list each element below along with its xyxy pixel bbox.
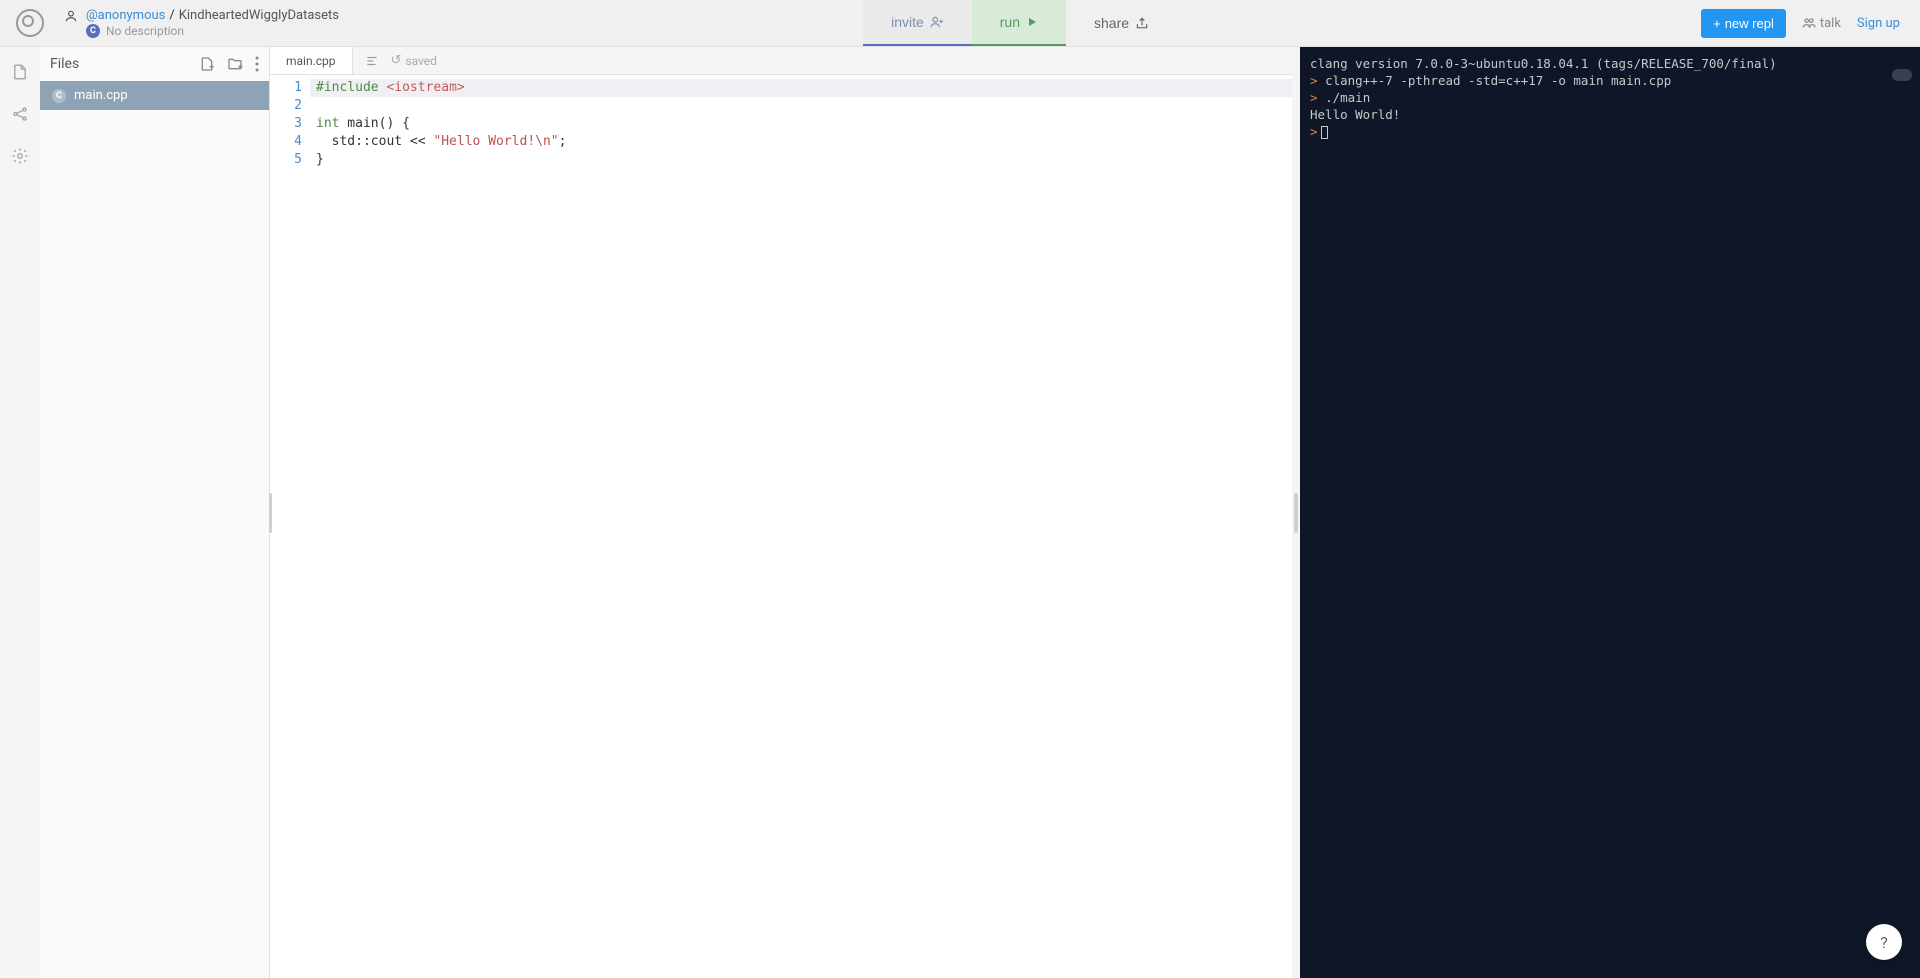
repl-name[interactable]: KindheartedWigglyDatasets: [179, 8, 339, 23]
person-plus-icon: [930, 15, 944, 29]
share-button[interactable]: share: [1066, 0, 1177, 46]
new-repl-button[interactable]: + new repl: [1701, 9, 1786, 38]
term-line: > clang++-7 -pthread -std=c++17 -o main …: [1310, 72, 1910, 89]
tab-label: main.cpp: [286, 54, 336, 68]
term-prompt[interactable]: >: [1310, 123, 1910, 140]
avatar-icon: [64, 9, 78, 23]
file-item-label: main.cpp: [74, 88, 128, 103]
editor-panel: main.cpp ↺ saved 1 2 3 4 5 #inclu: [270, 47, 1292, 978]
file-panel: Files C main.cpp: [40, 47, 270, 978]
invite-button[interactable]: invite: [863, 0, 972, 46]
header: @anonymous/KindheartedWigglyDatasets C N…: [0, 0, 1920, 47]
share-icon: [1135, 16, 1149, 30]
header-right: + new repl talk Sign up: [1701, 9, 1920, 38]
settings-tab-icon[interactable]: [11, 147, 29, 165]
file-panel-resize-handle[interactable]: [269, 493, 272, 533]
new-file-icon[interactable]: [199, 56, 215, 72]
cpp-lang-icon: C: [86, 24, 100, 38]
play-icon: [1026, 16, 1038, 28]
tab-main-cpp[interactable]: main.cpp: [270, 47, 353, 74]
repl-path: @anonymous/KindheartedWigglyDatasets C N…: [64, 8, 339, 38]
terminal[interactable]: clang version 7.0.0-3~ubuntu0.18.04.1 (t…: [1300, 47, 1920, 978]
editor-terminal-splitter[interactable]: [1292, 47, 1300, 978]
talk-link[interactable]: talk: [1802, 16, 1841, 31]
code-line-3[interactable]: int main() {: [310, 115, 1292, 133]
left-rail: [0, 47, 40, 978]
header-center-buttons: invite run share: [863, 0, 1177, 46]
term-line: Hello World!: [1310, 106, 1910, 123]
run-button[interactable]: run: [972, 0, 1066, 46]
replit-logo[interactable]: [16, 9, 44, 37]
line-gutter: 1 2 3 4 5: [270, 75, 310, 978]
help-button[interactable]: ?: [1866, 924, 1902, 960]
code-line-2[interactable]: [310, 97, 1292, 115]
code-line-1[interactable]: #include <iostream>: [310, 79, 1292, 97]
files-tab-icon[interactable]: [11, 63, 29, 81]
plus-icon: +: [1713, 16, 1721, 31]
term-line: clang version 7.0.0-3~ubuntu0.18.04.1 (t…: [1310, 55, 1910, 72]
repl-description: No description: [106, 24, 184, 38]
main: Files C main.cpp main.cpp: [0, 47, 1920, 978]
code-area[interactable]: #include <iostream> int main() { std::co…: [310, 75, 1292, 978]
history-icon: ↺: [391, 53, 402, 68]
file-menu-icon[interactable]: [255, 56, 259, 72]
format-icon[interactable]: [365, 54, 379, 68]
signup-link[interactable]: Sign up: [1857, 16, 1900, 31]
terminal-toggle[interactable]: [1892, 69, 1912, 81]
splitter-handle-icon: [1294, 493, 1298, 533]
editor-tabs: main.cpp ↺ saved: [270, 47, 1292, 75]
saved-indicator: ↺ saved: [391, 53, 437, 68]
user-link[interactable]: @anonymous: [86, 8, 165, 23]
people-icon: [1802, 16, 1816, 30]
code-line-5[interactable]: }: [310, 151, 1292, 169]
term-line: > ./main: [1310, 89, 1910, 106]
share-tab-icon[interactable]: [11, 105, 29, 123]
code-editor[interactable]: 1 2 3 4 5 #include <iostream> int main()…: [270, 75, 1292, 978]
cpp-file-icon: C: [52, 89, 66, 103]
files-label: Files: [50, 56, 79, 72]
new-folder-icon[interactable]: [227, 56, 243, 72]
code-line-4[interactable]: std::cout << "Hello World!\n";: [310, 133, 1292, 151]
file-item-main-cpp[interactable]: C main.cpp: [40, 81, 269, 110]
cursor-icon: [1321, 126, 1328, 139]
file-panel-header: Files: [40, 47, 269, 81]
